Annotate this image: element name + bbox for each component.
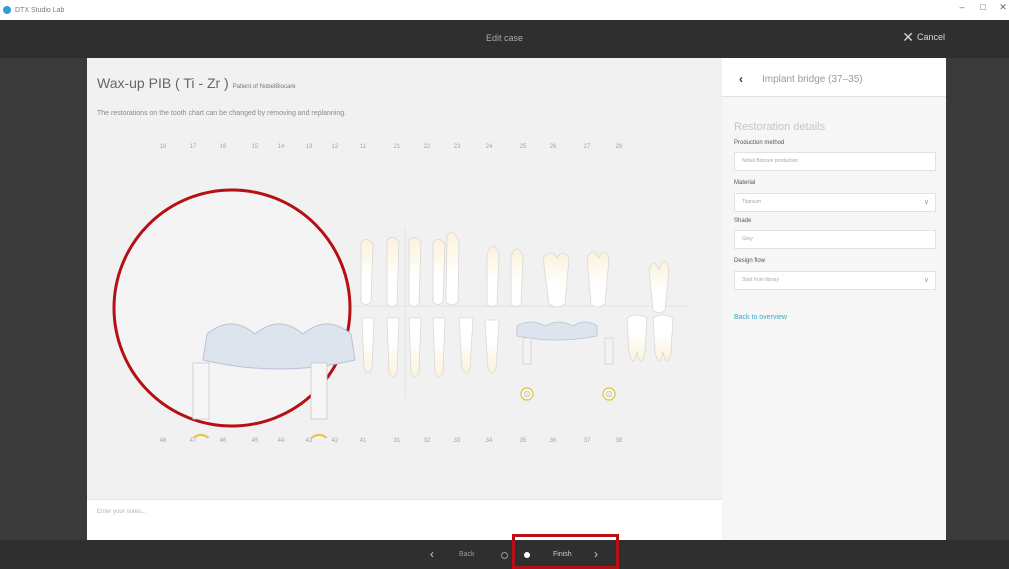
upper-tooth-number: 24 (485, 144, 493, 150)
case-name: Wax-up PIB ( Ti - Zr ) (97, 75, 229, 91)
tooth-chart[interactable] (87, 158, 722, 438)
upper-tooth-number: 11 (359, 144, 367, 150)
upper-tooth-number: 23 (453, 144, 461, 150)
section-title: Restoration details (734, 121, 826, 133)
upper-tooth-number: 14 (277, 144, 285, 150)
upper-tooth-number: 22 (423, 144, 431, 150)
production-method-field[interactable]: Nobel Biocare production (734, 152, 936, 171)
cancel-label: Cancel (916, 32, 945, 42)
cancel-button[interactable]: ✕ Cancel (902, 29, 945, 45)
panel-title: Implant bridge (37–35) (762, 74, 863, 85)
app-title: DTX Studio Lab (3, 3, 64, 17)
design-flow-select[interactable]: Start from library ∨ (734, 271, 936, 290)
notes-field[interactable]: Enter your notes... (87, 499, 722, 541)
chart-description: The restorations on the tooth chart can … (97, 110, 347, 117)
upper-tooth-number: 13 (305, 144, 313, 150)
material-value: Titanium (742, 199, 761, 205)
window-titlebar: DTX Studio Lab – □ ✕ (0, 0, 1009, 20)
close-window-icon[interactable]: ✕ (996, 2, 1009, 13)
upper-tooth-number: 27 (583, 144, 591, 150)
lower-tooth-number: 32 (423, 438, 431, 444)
upper-tooth-number: 12 (331, 144, 339, 150)
chevron-left-icon[interactable]: ‹ (739, 72, 743, 86)
restoration-panel-header: ‹ Implant bridge (37–35) (722, 58, 946, 97)
lower-tooth-number: 36 (549, 438, 557, 444)
lower-tooth-number: 31 (393, 438, 401, 444)
design-flow-label: Design flow (734, 258, 766, 264)
patient-name: Patient of NobelBiocare (232, 84, 296, 90)
lower-tooth-number: 35 (519, 438, 527, 444)
finish-highlight (512, 534, 619, 569)
design-flow-value: Start from library (742, 277, 779, 283)
wizard-footer: ‹ Back Finish › (0, 540, 1009, 569)
upper-tooth-number: 16 (219, 144, 227, 150)
shade-field[interactable]: Grey (734, 230, 936, 249)
chevron-left-icon[interactable]: ‹ (430, 547, 434, 561)
chevron-down-icon: ∨ (923, 277, 929, 284)
back-button[interactable]: Back (459, 551, 475, 558)
shade-label: Shade (734, 218, 752, 224)
upper-tooth-number: 26 (549, 144, 557, 150)
material-label: Material (734, 180, 756, 186)
step-indicator-1 (501, 552, 508, 559)
back-to-overview-link[interactable]: Back to overview (734, 314, 787, 321)
lower-tooth-number: 47 (189, 438, 197, 444)
lower-tooth-number: 46 (219, 438, 227, 444)
lower-tooth-number: 43 (305, 438, 313, 444)
lower-tooth-number: 41 (359, 438, 367, 444)
material-select[interactable]: Titanium ∨ (734, 193, 936, 212)
lower-tooth-number: 37 (583, 438, 591, 444)
lower-tooth-number: 42 (331, 438, 339, 444)
maximize-icon[interactable]: □ (976, 2, 990, 12)
page-title: Edit case (485, 33, 524, 43)
lower-tooth-number: 34 (485, 438, 493, 444)
notes-placeholder: Enter your notes... (97, 509, 147, 515)
app-name: DTX Studio Lab (15, 6, 65, 14)
lower-tooth-number: 38 (615, 438, 623, 444)
close-icon: ✕ (902, 29, 914, 45)
lower-tooth-number: 48 (159, 438, 167, 444)
production-method-value: Nobel Biocare production (742, 158, 799, 164)
tooth-chart-panel: Wax-up PIB ( Ti - Zr ) Patient of NobelB… (87, 58, 722, 499)
lower-tooth-number: 33 (453, 438, 461, 444)
upper-tooth-number: 15 (251, 144, 259, 150)
lower-teeth[interactable] (361, 314, 674, 378)
upper-tooth-number: 21 (393, 144, 401, 150)
lower-tooth-number: 45 (251, 438, 259, 444)
edit-case-header: Edit case ✕ Cancel (0, 20, 1009, 58)
app-logo-icon (3, 6, 11, 14)
production-method-label: Production method (734, 140, 785, 146)
restoration-panel: ‹ Implant bridge (37–35) Restoration det… (722, 58, 946, 540)
case-title: Wax-up PIB ( Ti - Zr ) Patient of NobelB… (97, 75, 296, 91)
upper-tooth-number: 25 (519, 144, 527, 150)
lower-tooth-numbers: 48 47 46 45 44 43 42 41 31 32 33 34 35 36 37 38 (87, 438, 722, 452)
shade-value: Grey (742, 236, 753, 242)
minimize-icon[interactable]: – (955, 2, 969, 12)
chevron-down-icon: ∨ (923, 199, 929, 206)
upper-tooth-numbers: 18 17 16 15 14 13 12 11 21 22 23 24 25 26 27 28 (87, 144, 722, 158)
upper-tooth-number: 17 (189, 144, 197, 150)
implant-bridge-37-35[interactable] (516, 321, 616, 401)
magnified-implant-bridge (112, 188, 356, 438)
lower-tooth-number: 44 (277, 438, 285, 444)
edit-case-dialog: Wax-up PIB ( Ti - Zr ) Patient of NobelB… (87, 58, 946, 541)
upper-tooth-number: 28 (615, 144, 623, 150)
upper-tooth-number: 18 (159, 144, 167, 150)
